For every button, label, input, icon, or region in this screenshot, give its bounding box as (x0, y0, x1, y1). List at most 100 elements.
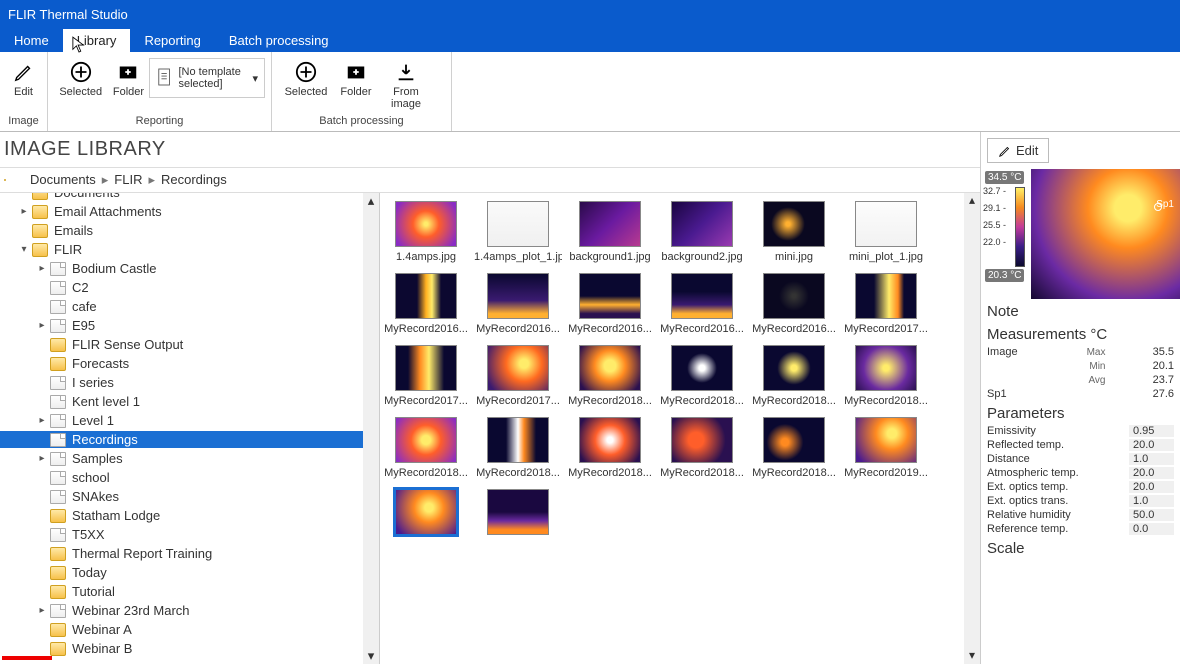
thumbnail[interactable]: mini.jpg (748, 201, 840, 263)
tree-node[interactable]: Emails (0, 222, 379, 239)
tree-node[interactable]: ▾ FLIR (0, 241, 379, 258)
tree-node[interactable]: ▸Samples (0, 450, 379, 467)
tree-node[interactable]: ▸Level 1 (0, 412, 379, 429)
param-value[interactable]: 20.0 (1129, 467, 1174, 479)
menu-item-reporting[interactable]: Reporting (130, 29, 214, 52)
thumbnail[interactable]: MyRecord2018... (656, 417, 748, 479)
folder-tree[interactable]: Documents ▸Email Attachments Emails ▾ FLIR ▸B… (0, 193, 380, 664)
param-row: Reference temp.0.0 (987, 522, 1174, 536)
thumbnail[interactable]: MyRecord2018... (472, 417, 564, 479)
tree-node[interactable]: school (0, 469, 379, 486)
thumbnail-image (671, 345, 733, 391)
tree-scrollbar[interactable]: ▴▾ (363, 193, 379, 664)
meas-sp1-label: Sp1 (987, 388, 1047, 400)
breadcrumb-item[interactable]: FLIR (114, 172, 142, 187)
thumbnail-image (671, 201, 733, 247)
tree-node[interactable]: Webinar B (0, 640, 379, 657)
tree-label: T5XX (72, 527, 105, 542)
menu-item-library[interactable]: Library (63, 29, 131, 52)
tree-node[interactable]: SNAkes (0, 488, 379, 505)
thumbnail[interactable]: 1.4amps_plot_1.jpg (472, 201, 564, 263)
menu-item-home[interactable]: Home (0, 29, 63, 52)
folder-plus-icon (114, 60, 142, 84)
thumbnail[interactable]: MyRecord2019... (840, 417, 932, 479)
chevron-down-icon: ▾ (252, 72, 258, 85)
tree-node[interactable]: Today (0, 564, 379, 581)
thumbnail-label: MyRecord2017... (844, 323, 928, 335)
thumbnail[interactable] (380, 489, 472, 539)
tree-label: Emails (54, 223, 93, 238)
tree-node[interactable]: FLIR Sense Output (0, 336, 379, 353)
details-edit-button[interactable]: Edit (987, 138, 1049, 163)
meas-avg-label: Avg (1076, 375, 1106, 386)
thumbnail[interactable]: MyRecord2018... (748, 345, 840, 407)
param-value[interactable]: 20.0 (1129, 481, 1174, 493)
file-icon (50, 414, 66, 428)
tree-label: FLIR (54, 242, 82, 257)
thumbnail-label: MyRecord2018... (568, 395, 652, 407)
tree-node[interactable]: ▸E95 (0, 317, 379, 334)
tree-node[interactable]: Forecasts (0, 355, 379, 372)
template-dropdown[interactable]: [No template selected] ▾ (149, 58, 265, 98)
tree-node[interactable]: Thermal Report Training (0, 545, 379, 562)
tree-node[interactable]: Documents (0, 193, 379, 201)
tree-node[interactable]: ▸Webinar 23rd March (0, 602, 379, 619)
thumbnail[interactable]: MyRecord2016... (472, 273, 564, 335)
tree-node[interactable]: Kent level 1 (0, 393, 379, 410)
tree-node[interactable]: C2 (0, 279, 379, 296)
expand-icon[interactable]: ▸ (36, 415, 48, 426)
thumbnail[interactable]: MyRecord2016... (380, 273, 472, 335)
thumbnail[interactable]: MyRecord2018... (380, 417, 472, 479)
expand-icon[interactable]: ▾ (18, 244, 30, 255)
param-value[interactable]: 1.0 (1129, 453, 1174, 465)
expand-icon[interactable]: ▸ (36, 263, 48, 274)
tree-node[interactable]: Statham Lodge (0, 507, 379, 524)
tree-node[interactable]: ▸Bodium Castle (0, 260, 379, 277)
thumbnail[interactable] (472, 489, 564, 539)
thumbnail[interactable]: MyRecord2016... (748, 273, 840, 335)
thumbnail[interactable]: MyRecord2018... (748, 417, 840, 479)
menu-item-batch-processing[interactable]: Batch processing (215, 29, 343, 52)
tree-node[interactable]: cafe (0, 298, 379, 315)
thumbnail[interactable]: background2.jpg (656, 201, 748, 263)
thumbnail[interactable]: background1.jpg (564, 201, 656, 263)
reporting-selected-button[interactable]: Selected (54, 58, 107, 100)
param-value[interactable]: 0.95 (1129, 425, 1174, 437)
thumbs-scrollbar[interactable]: ▴▾ (964, 193, 980, 664)
thumbnail[interactable]: MyRecord2017... (472, 345, 564, 407)
expand-icon[interactable]: ▸ (36, 320, 48, 331)
thumbnail[interactable]: MyRecord2016... (564, 273, 656, 335)
param-value[interactable]: 20.0 (1129, 439, 1174, 451)
tree-node[interactable]: ▸Email Attachments (0, 203, 379, 220)
breadcrumb-item[interactable]: Documents (30, 172, 96, 187)
expand-icon[interactable]: ▸ (36, 605, 48, 616)
tree-node[interactable]: T5XX (0, 526, 379, 543)
param-value[interactable]: 50.0 (1129, 509, 1174, 521)
thumbnail[interactable]: MyRecord2017... (380, 345, 472, 407)
thumbnail[interactable]: MyRecord2018... (564, 417, 656, 479)
batch-from-image-button[interactable]: From image (378, 58, 434, 112)
tree-node[interactable]: I series (0, 374, 379, 391)
thumbnail[interactable]: MyRecord2017... (840, 273, 932, 335)
thumbnail[interactable]: mini_plot_1.jpg (840, 201, 932, 263)
thumbnail[interactable]: 1.4amps.jpg (380, 201, 472, 263)
tree-node[interactable]: Recordings (0, 431, 379, 448)
param-value[interactable]: 1.0 (1129, 495, 1174, 507)
thumbnail[interactable]: MyRecord2016... (656, 273, 748, 335)
thumbnail[interactable]: MyRecord2018... (564, 345, 656, 407)
expand-icon[interactable]: ▸ (18, 206, 30, 217)
expand-icon[interactable]: ▸ (36, 453, 48, 464)
param-value[interactable]: 0.0 (1129, 523, 1174, 535)
edit-button[interactable]: Edit (6, 58, 41, 100)
thumbnail[interactable]: MyRecord2018... (656, 345, 748, 407)
thumbnail-label: MyRecord2016... (660, 323, 744, 335)
tree-node[interactable]: Tutorial (0, 583, 379, 600)
thumbnail[interactable]: MyRecord2018... (840, 345, 932, 407)
batch-folder-button[interactable]: Folder (334, 58, 378, 100)
batch-selected-button[interactable]: Selected (278, 58, 334, 100)
tree-node[interactable]: Webinar A (0, 621, 379, 638)
breadcrumb-item[interactable]: Recordings (161, 172, 227, 187)
reporting-folder-button[interactable]: Folder (107, 58, 149, 100)
thumbnail-grid[interactable]: 1.4amps.jpg1.4amps_plot_1.jpgbackground1… (380, 193, 980, 664)
meas-min-label: Min (1076, 361, 1106, 372)
